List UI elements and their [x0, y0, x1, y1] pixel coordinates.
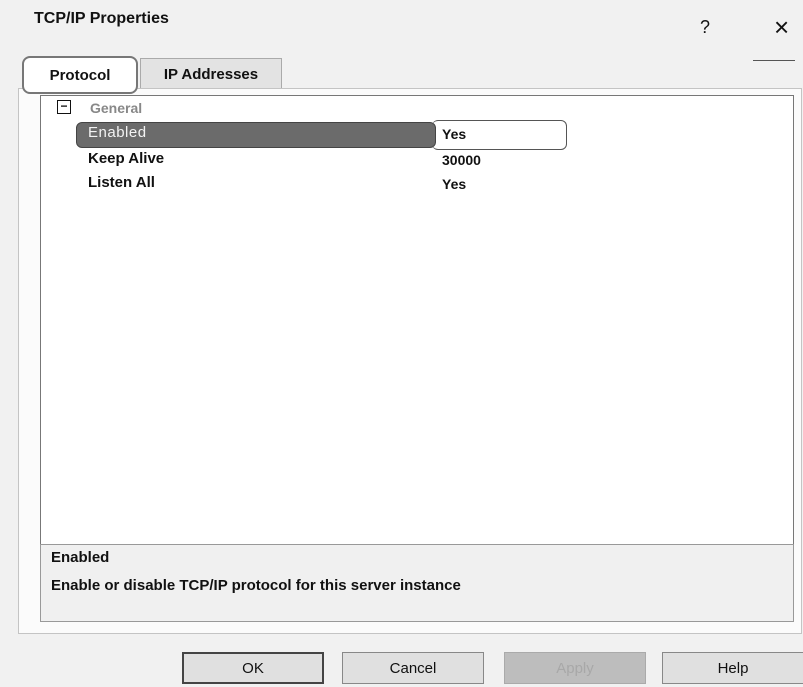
ok-button[interactable]: OK: [182, 652, 324, 684]
tab-protocol-label: Protocol: [49, 66, 111, 84]
property-value[interactable]: Yes: [442, 176, 466, 192]
cancel-button[interactable]: Cancel: [342, 652, 484, 684]
tab-ip-addresses[interactable]: IP Addresses: [140, 58, 282, 89]
tab-ip-addresses-label: IP Addresses: [163, 65, 259, 83]
property-value[interactable]: 30000: [442, 152, 481, 168]
description-pane: Enabled Enable or disable TCP/IP protoco…: [40, 544, 794, 622]
property-row-listen-all[interactable]: Listen All Yes: [76, 172, 776, 194]
property-name: Listen All: [88, 174, 155, 191]
help-icon[interactable]: ?: [700, 18, 710, 36]
window-title: TCP/IP Properties: [34, 10, 169, 27]
close-icon[interactable]: ×: [774, 14, 789, 40]
property-name: Enabled: [88, 124, 147, 141]
category-general: General: [90, 100, 143, 116]
property-row-enabled[interactable]: Enabled Yes: [76, 120, 776, 150]
property-name: Keep Alive: [88, 150, 165, 167]
description-title: Enabled: [51, 549, 110, 566]
collapse-icon[interactable]: −: [57, 100, 71, 114]
grid-column-divider: [753, 60, 795, 61]
help-button[interactable]: Help: [662, 652, 803, 684]
property-row-keep-alive[interactable]: Keep Alive 30000: [76, 148, 776, 170]
tab-protocol[interactable]: Protocol: [22, 56, 138, 94]
property-value[interactable]: Yes: [442, 126, 466, 142]
apply-button[interactable]: Apply: [504, 652, 646, 684]
title-bar: TCP/IP Properties ? ×: [0, 0, 803, 44]
description-text: Enable or disable TCP/IP protocol for th…: [51, 577, 461, 594]
